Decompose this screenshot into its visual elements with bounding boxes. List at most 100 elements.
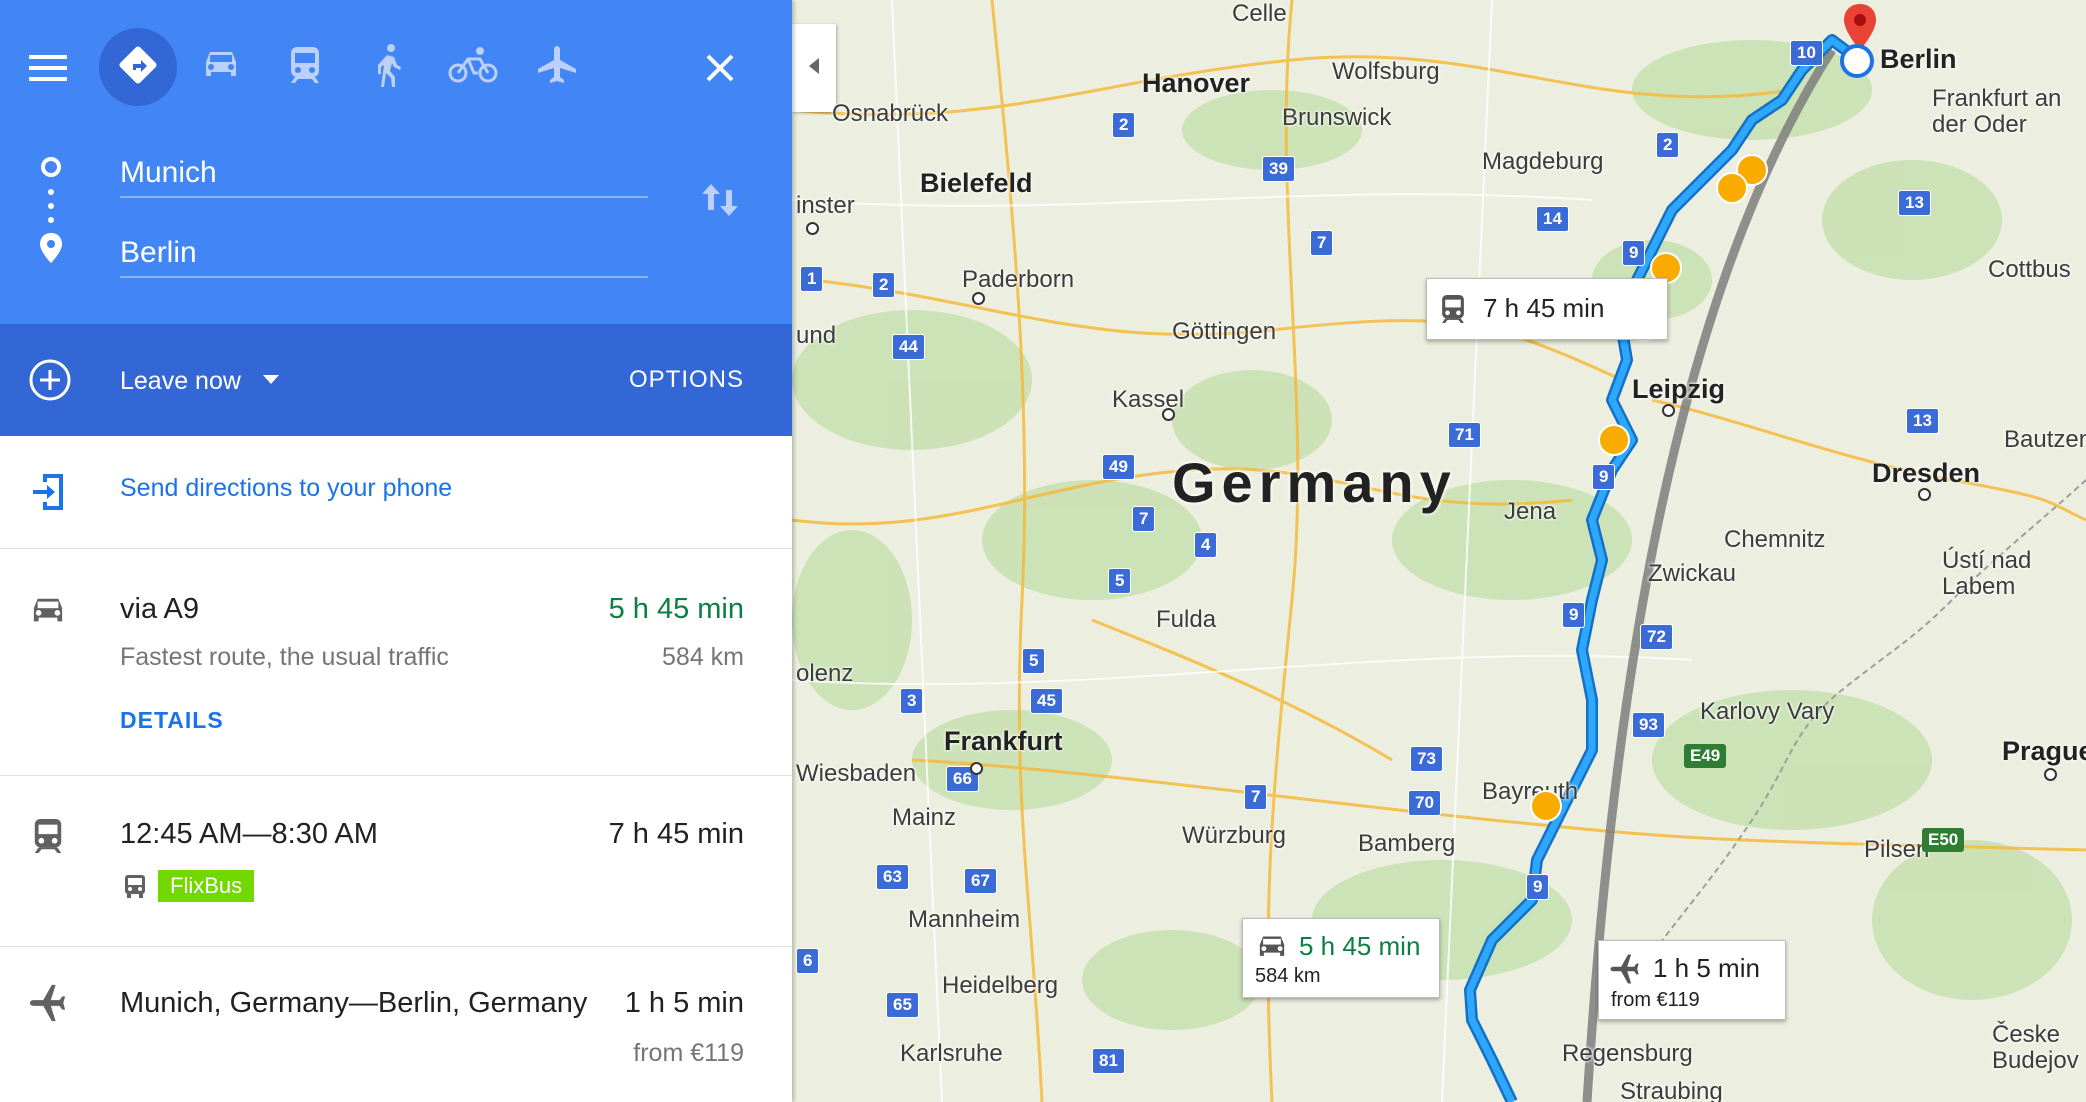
- highway-shield: 81: [1092, 1048, 1125, 1074]
- best-route-mode-button[interactable]: [99, 28, 177, 106]
- chevron-down-icon: [262, 372, 279, 390]
- swap-icon[interactable]: [696, 176, 744, 224]
- city-dot: [970, 762, 983, 775]
- transit-time-range: 12:45 AM—8:30 AM: [120, 818, 378, 850]
- origin-field[interactable]: [120, 116, 648, 198]
- plane-icon: [26, 981, 70, 1025]
- city-label: Karlsruhe: [900, 1040, 1003, 1067]
- drive-distance: 584 km: [662, 643, 744, 671]
- send-directions-link[interactable]: Send directions to your phone: [120, 474, 452, 503]
- city-label: Wolfsburg: [1332, 58, 1440, 85]
- city-label: Cottbus: [1988, 256, 2071, 283]
- city-label: inster: [796, 192, 855, 219]
- highway-shield: 73: [1410, 746, 1443, 772]
- highway-shield: 7: [1244, 784, 1268, 810]
- highway-shield: 72: [1640, 624, 1673, 650]
- walking-mode-button[interactable]: [350, 28, 428, 106]
- highway-shield: 44: [892, 334, 925, 360]
- flight-title: Munich, Germany—Berlin, Germany: [120, 987, 588, 1019]
- map-canvas[interactable]: Germany Celle Hanover Wolfsburg Osnabrüc…: [792, 0, 2086, 1102]
- city-label: Bielefeld: [920, 168, 1033, 198]
- drive-route-title: via A9: [120, 593, 199, 625]
- plane-icon: [1609, 953, 1641, 990]
- car-icon: [26, 593, 70, 629]
- car-icon: [200, 48, 242, 87]
- euroroute-shield: E50: [1922, 828, 1965, 852]
- city-dot: [806, 222, 819, 235]
- city-label: olenz: [796, 660, 854, 687]
- highway-shield: 7: [1132, 506, 1156, 532]
- highway-shield: 71: [1448, 422, 1481, 448]
- city-label: Paderborn: [962, 266, 1075, 293]
- highway-shield: 1: [800, 266, 824, 292]
- city-label: Regensburg: [1562, 1040, 1693, 1067]
- flixbus-badge: FlixBus: [158, 870, 255, 902]
- city-label: Magdeburg: [1482, 148, 1604, 175]
- city-label: Česke Budejov: [1992, 1021, 2079, 1074]
- car-icon: [1255, 933, 1289, 966]
- drive-callout[interactable]: 5 h 45 min 584 km: [1242, 918, 1440, 998]
- country-label: Germany: [1172, 451, 1457, 514]
- highway-shield: 2: [872, 272, 896, 298]
- hamburger-icon[interactable]: [24, 44, 72, 92]
- highway-shield: 5: [1022, 648, 1046, 674]
- city-label: Pilsen: [1864, 836, 1930, 863]
- highway-shield: 9: [1622, 240, 1646, 266]
- city-label: Berlin: [1880, 44, 1957, 74]
- city-label: und: [796, 322, 837, 349]
- city-label: Jena: [1504, 498, 1557, 525]
- train-icon: [28, 814, 68, 858]
- highway-shield: 39: [1262, 156, 1295, 182]
- details-button[interactable]: DETAILS: [120, 707, 224, 734]
- highway-shield: 67: [964, 868, 997, 894]
- collapse-panel-button[interactable]: [792, 24, 836, 112]
- roadwork-icon[interactable]: [1598, 424, 1630, 456]
- city-label: Frankfurt an der Oder: [1932, 85, 2062, 138]
- bike-icon: [448, 45, 498, 90]
- options-button[interactable]: OPTIONS: [629, 366, 744, 394]
- destination-pin-icon: [36, 230, 66, 266]
- city-label: Ústí nad Labem: [1942, 547, 2032, 600]
- city-label: Zwickau: [1648, 560, 1737, 587]
- highway-shield: 9: [1562, 602, 1586, 628]
- transit-route-card[interactable]: 12:45 AM—8:30 AM 7 h 45 min FlixBus: [0, 776, 792, 947]
- highway-shield: 2: [1656, 132, 1680, 158]
- highway-shield: 49: [1102, 454, 1135, 480]
- drive-route-card[interactable]: via A9 5 h 45 min Fastest route, the usu…: [0, 549, 792, 776]
- roadwork-icon[interactable]: [1530, 790, 1562, 822]
- leave-now-dropdown[interactable]: Leave now: [120, 364, 279, 398]
- flights-mode-button[interactable]: [518, 28, 596, 106]
- city-label: Heidelberg: [942, 972, 1059, 999]
- highway-shield: 70: [1408, 790, 1441, 816]
- transit-callout[interactable]: 7 h 45 min: [1426, 278, 1668, 340]
- cycling-mode-button[interactable]: [434, 28, 512, 106]
- transit-mode-button[interactable]: [266, 28, 344, 106]
- train-icon: [287, 45, 323, 90]
- send-to-phone-row[interactable]: Send directions to your phone: [0, 436, 792, 549]
- city-label: Würzburg: [1182, 822, 1287, 849]
- directions-header: [0, 0, 792, 324]
- driving-mode-button[interactable]: [182, 28, 260, 106]
- highway-shield: 10: [1790, 40, 1823, 66]
- highway-shield: 63: [876, 864, 909, 890]
- roadwork-icon[interactable]: [1716, 172, 1748, 204]
- highway-shield: 13: [1898, 190, 1931, 216]
- bus-icon: [122, 872, 148, 900]
- city-label: Celle: [1232, 0, 1287, 27]
- city-label: Fulda: [1156, 606, 1217, 633]
- city-label: Prague: [2002, 736, 2086, 766]
- city-dot: [1162, 408, 1175, 421]
- flight-route-card[interactable]: Munich, Germany—Berlin, Germany 1 h 5 mi…: [0, 947, 792, 1102]
- city-label: Karlovy Vary: [1700, 698, 1835, 725]
- destination-field[interactable]: [120, 196, 648, 278]
- city-label: Chemnitz: [1724, 526, 1826, 553]
- city-label: Dresden: [1872, 458, 1981, 488]
- city-label: Leipzig: [1632, 374, 1725, 404]
- add-stop-icon[interactable]: [28, 358, 72, 402]
- flight-callout[interactable]: 1 h 5 min from €119: [1598, 940, 1786, 1020]
- drive-subtitle: Fastest route, the usual traffic: [120, 643, 449, 671]
- destination-input[interactable]: [120, 236, 640, 270]
- drive-duration: 5 h 45 min: [608, 593, 744, 625]
- origin-input[interactable]: [120, 156, 640, 190]
- close-icon[interactable]: [696, 44, 744, 92]
